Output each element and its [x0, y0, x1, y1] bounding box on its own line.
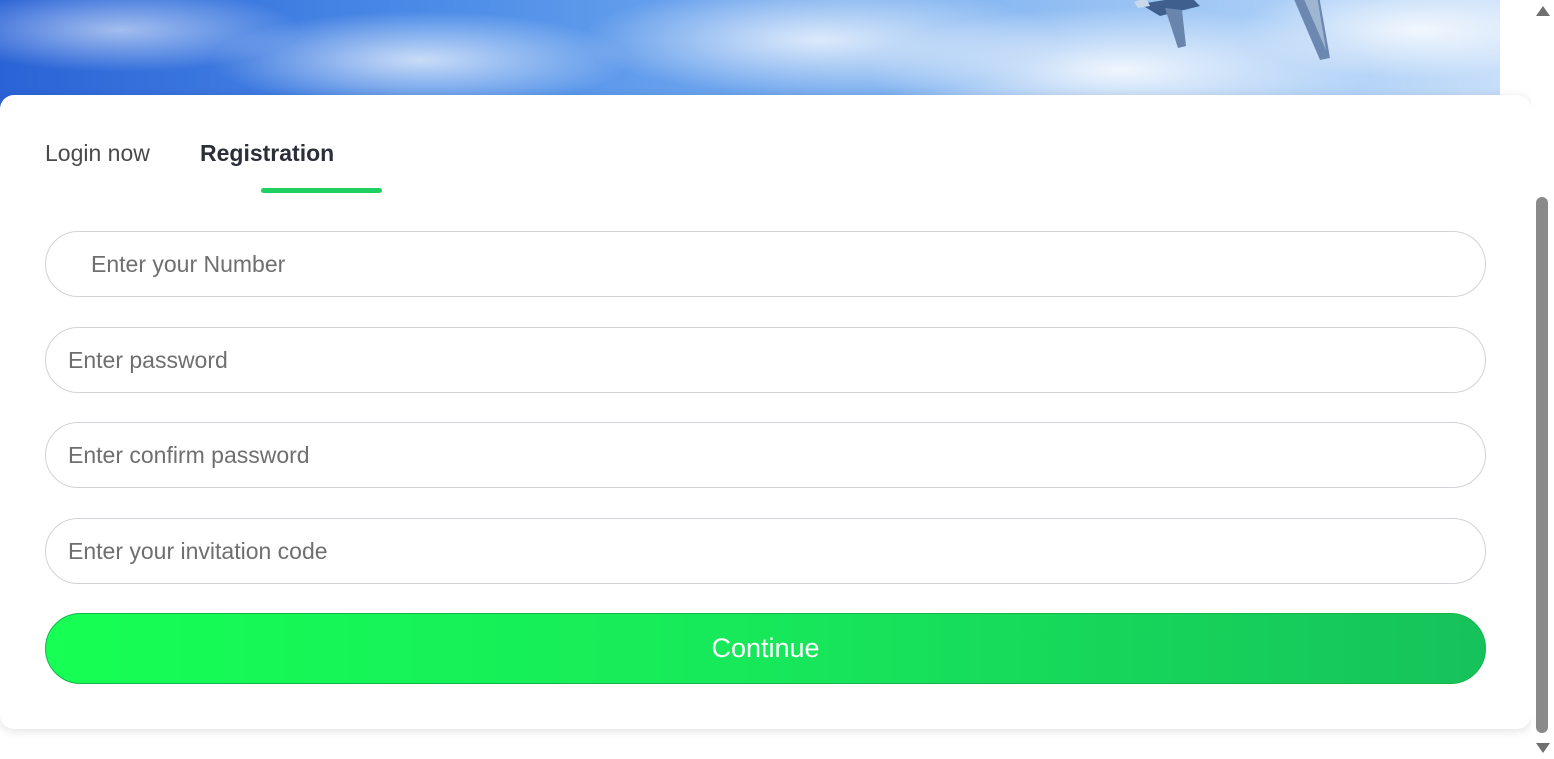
airplane-icon — [1134, 0, 1330, 60]
scroll-down-arrow-icon[interactable] — [1536, 743, 1550, 753]
scroll-up-arrow-icon[interactable] — [1536, 6, 1550, 16]
auth-tabs: Login now Registration — [45, 135, 545, 195]
invitation-code-input[interactable] — [45, 518, 1486, 584]
vertical-scrollbar[interactable] — [1531, 0, 1554, 759]
tab-login[interactable]: Login now — [45, 135, 150, 171]
sky-banner — [0, 0, 1500, 110]
confirm-password-input[interactable] — [45, 422, 1486, 488]
scrollbar-thumb[interactable] — [1536, 197, 1548, 733]
registration-card: Login now Registration Continue — [0, 95, 1531, 729]
active-tab-indicator — [261, 188, 382, 193]
page: Login now Registration Continue — [0, 0, 1554, 759]
tab-registration[interactable]: Registration — [200, 135, 334, 171]
continue-button[interactable]: Continue — [45, 613, 1486, 684]
phone-number-input[interactable] — [45, 231, 1486, 297]
password-input[interactable] — [45, 327, 1486, 393]
